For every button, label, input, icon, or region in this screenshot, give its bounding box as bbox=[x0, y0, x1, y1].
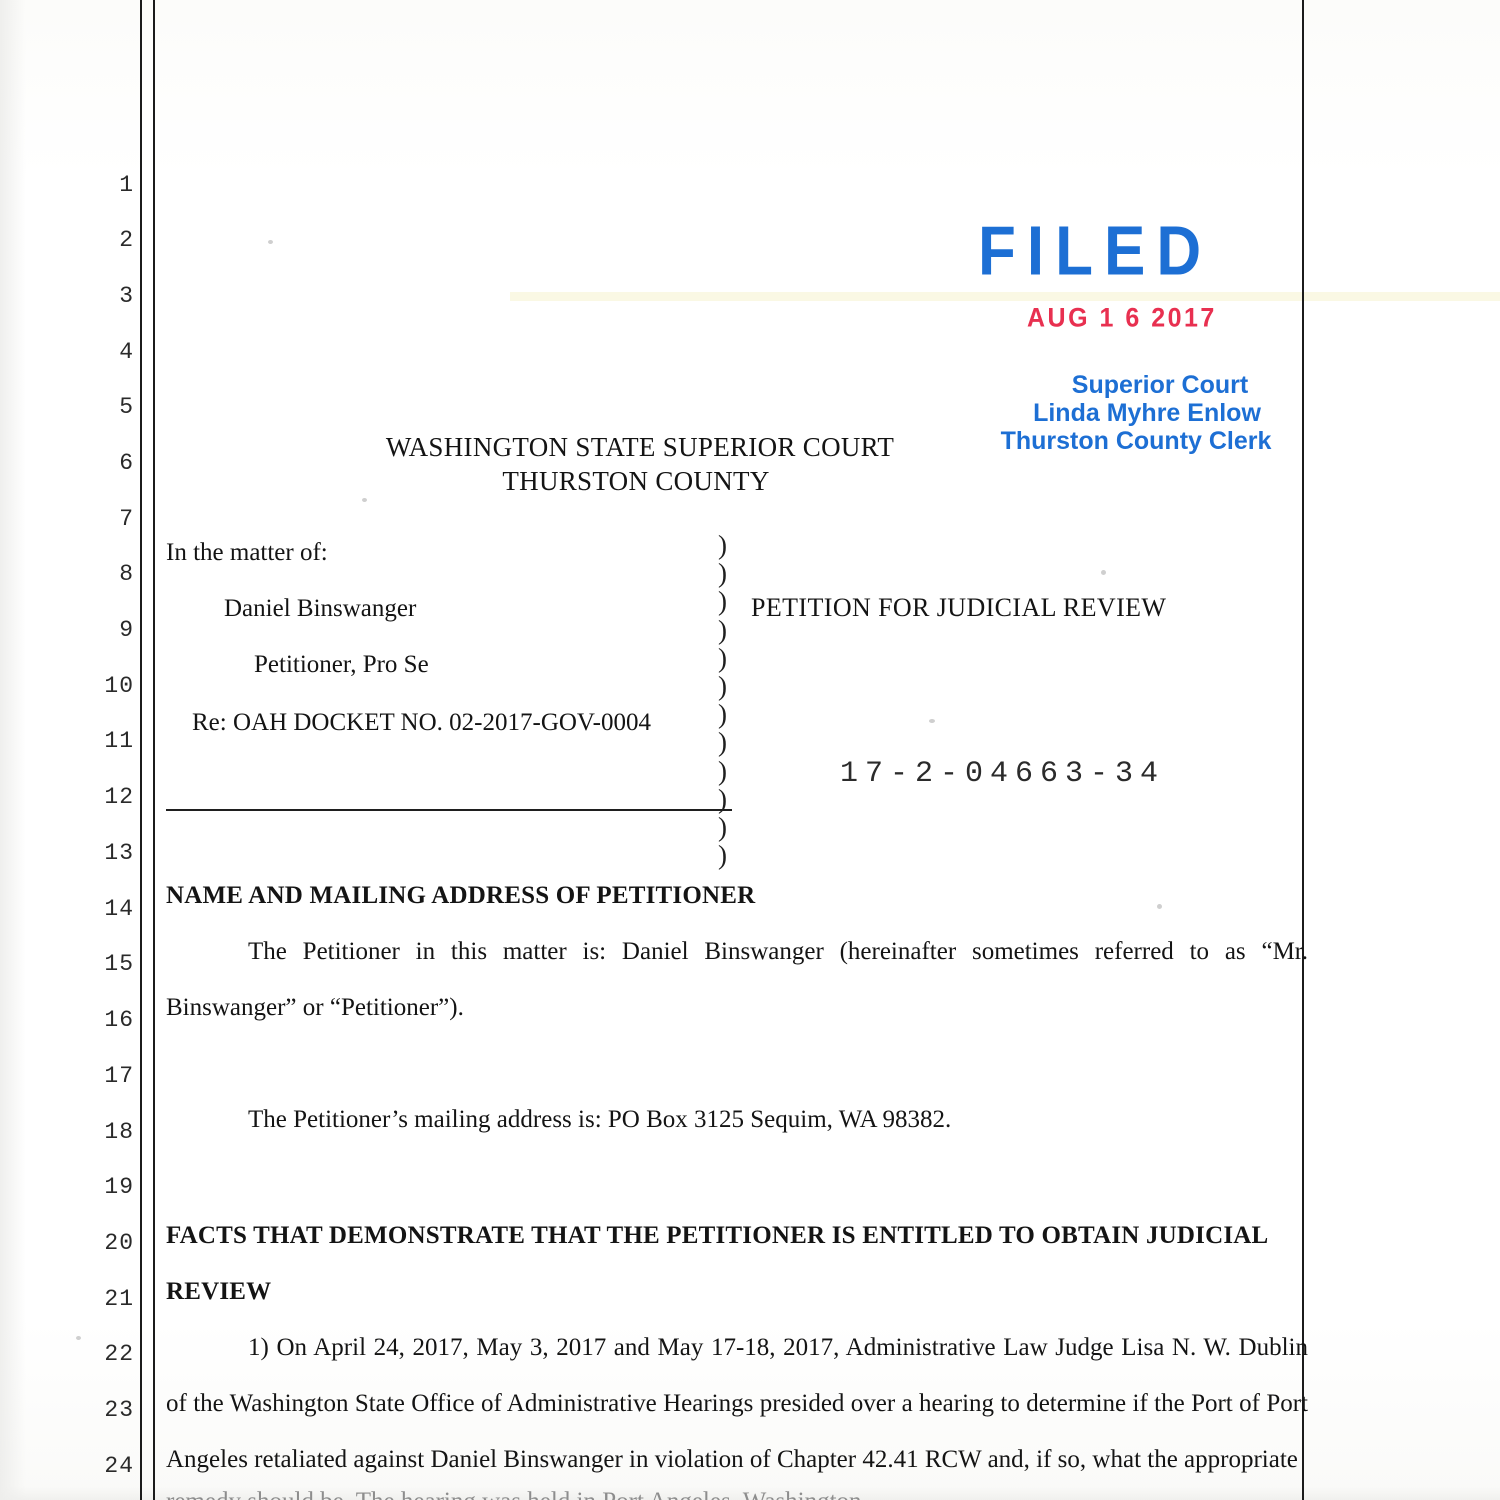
section-heading-name-address: NAME AND MAILING ADDRESS OF PETITIONER bbox=[166, 882, 756, 909]
caption-paren: ) bbox=[718, 614, 727, 645]
caption-paren: ) bbox=[718, 812, 727, 843]
caption-paren: ) bbox=[718, 671, 727, 702]
line-number: 23 bbox=[104, 1397, 134, 1423]
caption-paren-column: ) ) ) ) ) ) ) ) ) ) ) ) bbox=[718, 530, 727, 871]
line-number: 9 bbox=[119, 617, 134, 643]
caption-party-role: Petitioner, Pro Se bbox=[254, 651, 429, 678]
line-number: 7 bbox=[119, 506, 134, 532]
margin-rule-left-outer bbox=[140, 0, 142, 1500]
margin-rule-left-inner bbox=[153, 0, 155, 1500]
clerk-stamp-title: Thurston County Clerk bbox=[1000, 427, 1272, 455]
line-number: 5 bbox=[119, 394, 134, 420]
court-header-line-1: WASHINGTON STATE SUPERIOR COURT bbox=[385, 432, 895, 462]
court-header: WASHINGTON STATE SUPERIOR COURT THURSTON… bbox=[300, 430, 980, 498]
line-number: 14 bbox=[104, 896, 134, 922]
filed-stamp-date: AUG 1 6 2017 bbox=[1027, 303, 1217, 333]
line-number: 22 bbox=[104, 1341, 134, 1367]
caption-horizontal-rule bbox=[166, 809, 732, 811]
caption-in-the-matter-of: In the matter of: bbox=[166, 539, 328, 566]
caption-party-name: Daniel Binswanger bbox=[224, 595, 417, 622]
filed-stamp-label: FILED bbox=[978, 213, 1213, 291]
scan-speck bbox=[362, 498, 367, 502]
line-number: 10 bbox=[104, 673, 134, 699]
clerk-stamp-block: Superior Court Linda Myhre Enlow Thursto… bbox=[966, 371, 1306, 455]
scan-edge-shadow-left bbox=[0, 0, 26, 1500]
caption-paren: ) bbox=[718, 586, 727, 617]
paragraph-text: 1) On April 24, 2017, May 3, 2017 and Ma… bbox=[166, 1334, 1308, 1473]
line-number: 6 bbox=[119, 450, 134, 476]
paragraph-numbered-1: 1) On April 24, 2017, May 3, 2017 and Ma… bbox=[166, 1320, 1308, 1488]
caption-paren: ) bbox=[718, 530, 727, 560]
line-number: 3 bbox=[119, 283, 134, 309]
line-number: 12 bbox=[104, 784, 134, 810]
caption-paren: ) bbox=[718, 727, 727, 758]
line-number: 2 bbox=[119, 227, 134, 253]
caption-paren: ) bbox=[718, 755, 727, 786]
caption-docket-reference: Re: OAH DOCKET NO. 02-2017-GOV-0004 bbox=[192, 709, 652, 736]
document-title: PETITION FOR JUDICIAL REVIEW bbox=[751, 593, 1167, 622]
line-number: 8 bbox=[119, 561, 134, 587]
caption-paren: ) bbox=[718, 783, 727, 814]
line-number: 20 bbox=[104, 1230, 134, 1256]
section-heading-facts: FACTS THAT DEMONSTRATE THAT THE PETITION… bbox=[166, 1222, 1268, 1305]
line-number: 19 bbox=[104, 1174, 134, 1200]
line-number: 18 bbox=[104, 1119, 134, 1145]
line-number: 4 bbox=[119, 339, 134, 365]
document-page: 1 2 3 4 5 6 7 8 9 10 11 12 13 14 15 16 1… bbox=[0, 0, 1500, 1500]
paragraph-text: The Petitioner in this matter is: Daniel… bbox=[166, 938, 1308, 1021]
paragraph-text: The Petitioner’s mailing address is: PO … bbox=[248, 1106, 952, 1133]
clerk-stamp-name: Linda Myhre Enlow bbox=[1033, 399, 1261, 427]
line-number: 15 bbox=[104, 951, 134, 977]
line-number: 24 bbox=[104, 1453, 134, 1479]
line-number: 1 bbox=[119, 172, 134, 198]
paragraph-mailing-address: The Petitioner’s mailing address is: PO … bbox=[166, 1092, 1306, 1148]
line-number-gutter: 1 2 3 4 5 6 7 8 9 10 11 12 13 14 15 16 1… bbox=[84, 0, 134, 1500]
case-number: 17-2-04663-34 bbox=[840, 757, 1166, 791]
caption-paren: ) bbox=[718, 840, 727, 871]
clipped-next-line: remedy should be. The hearing was held i… bbox=[166, 1488, 1301, 1500]
case-caption: In the matter of: Daniel Binswanger Peti… bbox=[166, 531, 1306, 869]
court-header-line-2: THURSTON COUNTY bbox=[502, 466, 770, 496]
line-number: 13 bbox=[104, 840, 134, 866]
caption-paren: ) bbox=[718, 699, 727, 730]
line-number: 17 bbox=[104, 1063, 134, 1089]
line-number: 16 bbox=[104, 1007, 134, 1033]
caption-paren: ) bbox=[718, 558, 727, 589]
scan-artifact-band bbox=[510, 292, 1500, 301]
paragraph-petitioner-name: The Petitioner in this matter is: Daniel… bbox=[166, 924, 1308, 1036]
line-number: 11 bbox=[104, 728, 134, 754]
scan-speck bbox=[268, 240, 273, 244]
scan-speck bbox=[76, 1336, 81, 1340]
line-number: 21 bbox=[104, 1286, 134, 1312]
clerk-stamp-court: Superior Court bbox=[1071, 371, 1249, 399]
caption-paren: ) bbox=[718, 642, 727, 673]
